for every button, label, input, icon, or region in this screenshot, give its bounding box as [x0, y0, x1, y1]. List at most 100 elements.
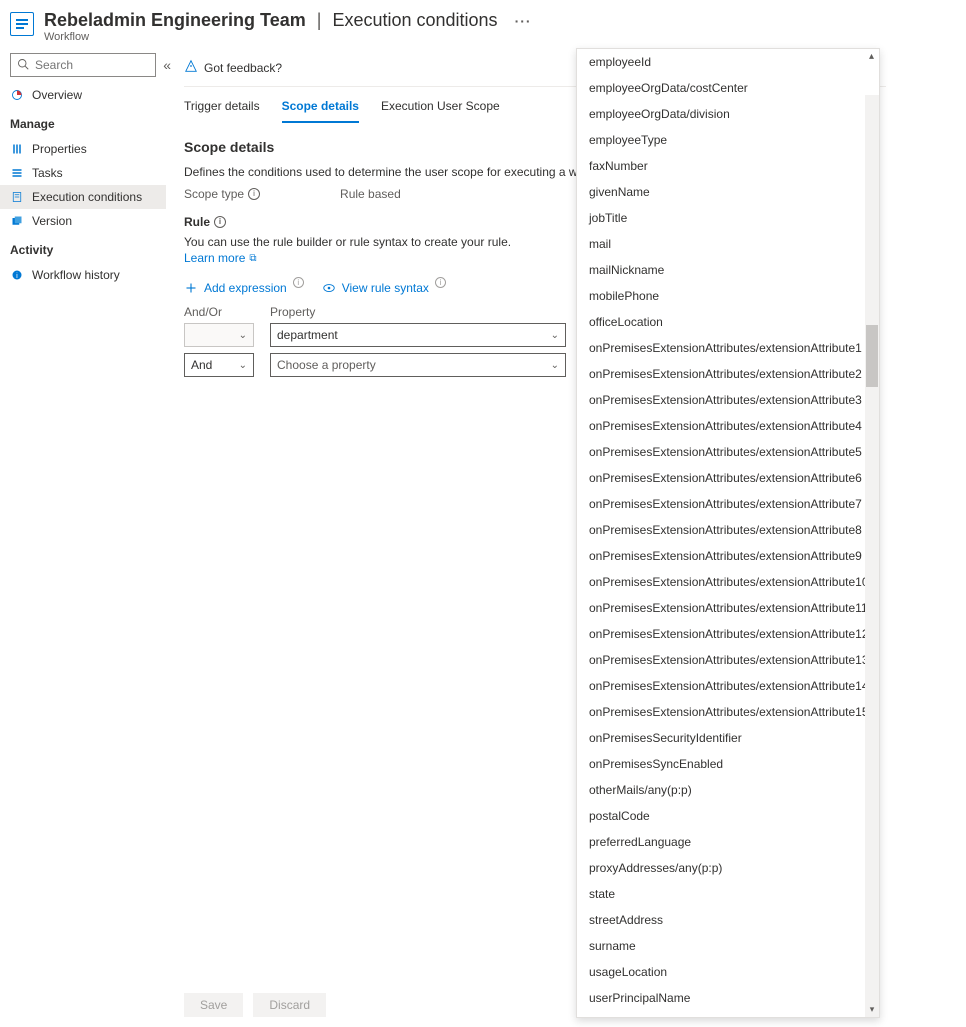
workflow-icon: [10, 12, 34, 36]
nav-workflow-history[interactable]: i Workflow history: [0, 263, 166, 287]
dropdown-item[interactable]: onPremisesSecurityIdentifier: [577, 725, 879, 751]
page-header: Rebeladmin Engineering Team | Execution …: [0, 0, 966, 49]
nav-tasks[interactable]: Tasks: [0, 161, 166, 185]
dropdown-item[interactable]: onPremisesExtensionAttributes/extensionA…: [577, 361, 879, 387]
dropdown-item[interactable]: onPremisesExtensionAttributes/extensionA…: [577, 647, 879, 673]
breadcrumb-separator: |: [311, 10, 328, 30]
info-icon[interactable]: i: [293, 277, 304, 288]
dropdown-item[interactable]: officeLocation: [577, 309, 879, 335]
tab-execution-user-scope[interactable]: Execution User Scope: [381, 89, 500, 123]
dropdown-item[interactable]: mail: [577, 231, 879, 257]
more-actions-button[interactable]: ···: [515, 13, 532, 29]
info-icon[interactable]: i: [214, 216, 226, 228]
dropdown-item[interactable]: streetAddress: [577, 907, 879, 933]
dropdown-item[interactable]: onPremisesExtensionAttributes/extensionA…: [577, 465, 879, 491]
dropdown-item[interactable]: employeeOrgData/division: [577, 101, 879, 127]
scroll-down-icon[interactable]: ▾: [865, 1004, 879, 1015]
page-subtitle: Workflow: [44, 31, 532, 43]
dropdown-item[interactable]: faxNumber: [577, 153, 879, 179]
dropdown-item[interactable]: mobilePhone: [577, 283, 879, 309]
dropdown-item[interactable]: userPrincipalName: [577, 985, 879, 1011]
rule-label: Rule: [184, 215, 210, 229]
dropdown-item[interactable]: mailNickname: [577, 257, 879, 283]
dropdown-item[interactable]: onPremisesSyncEnabled: [577, 751, 879, 777]
nav-label: Version: [32, 214, 72, 228]
nav-execution-conditions[interactable]: Execution conditions: [0, 185, 166, 209]
property-select[interactable]: Choose a property ⌄: [270, 353, 566, 377]
andor-select[interactable]: ⌄: [184, 323, 254, 347]
tab-trigger-details[interactable]: Trigger details: [184, 89, 260, 123]
info-icon[interactable]: i: [248, 188, 260, 200]
learn-more-label: Learn more: [184, 251, 245, 265]
nav-section-manage: Manage: [0, 107, 166, 137]
dropdown-item[interactable]: preferredLanguage: [577, 829, 879, 855]
scope-type-label: Scope type: [184, 187, 244, 201]
scope-type-value: Rule based: [340, 187, 401, 201]
info-icon[interactable]: i: [435, 277, 446, 288]
search-box[interactable]: «: [10, 53, 156, 77]
eye-icon: [322, 281, 336, 295]
dropdown-item[interactable]: onPremisesExtensionAttributes/extensionA…: [577, 673, 879, 699]
dropdown-item[interactable]: userType: [577, 1011, 879, 1017]
dropdown-item[interactable]: otherMails/any(p:p): [577, 777, 879, 803]
view-syntax-label: View rule syntax: [342, 281, 429, 295]
add-expression-button[interactable]: Add expression i: [184, 281, 304, 295]
dropdown-item[interactable]: onPremisesExtensionAttributes/extensionA…: [577, 491, 879, 517]
dropdown-item[interactable]: onPremisesExtensionAttributes/extensionA…: [577, 439, 879, 465]
discard-button[interactable]: Discard: [253, 993, 326, 1017]
properties-icon: [10, 143, 24, 155]
search-icon: [17, 58, 29, 73]
dropdown-item[interactable]: onPremisesExtensionAttributes/extensionA…: [577, 569, 879, 595]
dropdown-item[interactable]: employeeOrgData/costCenter: [577, 75, 879, 101]
view-rule-syntax-button[interactable]: View rule syntax i: [322, 281, 446, 295]
add-expression-label: Add expression: [204, 281, 287, 295]
dropdown-scrollbar[interactable]: ▾: [865, 95, 879, 1017]
nav-properties[interactable]: Properties: [0, 137, 166, 161]
sidebar: « Overview Manage Properties Tasks Ex: [0, 49, 166, 1027]
breadcrumb-current: Execution conditions: [332, 10, 497, 30]
nav-label: Execution conditions: [32, 190, 142, 204]
dropdown-item[interactable]: onPremisesExtensionAttributes/extensionA…: [577, 699, 879, 725]
dropdown-item[interactable]: employeeId: [577, 49, 879, 75]
save-button[interactable]: Save: [184, 993, 243, 1017]
dropdown-item[interactable]: onPremisesExtensionAttributes/extensionA…: [577, 543, 879, 569]
dropdown-item[interactable]: onPremisesExtensionAttributes/extensionA…: [577, 621, 879, 647]
info-icon: i: [10, 269, 24, 281]
breadcrumb-root: Rebeladmin Engineering Team: [44, 10, 306, 30]
dropdown-item[interactable]: onPremisesExtensionAttributes/extensionA…: [577, 335, 879, 361]
dropdown-item[interactable]: jobTitle: [577, 205, 879, 231]
dropdown-item[interactable]: employeeType: [577, 127, 879, 153]
footer-actions: Save Discard: [184, 993, 326, 1017]
external-link-icon: ⧉: [249, 253, 256, 264]
tab-scope-details[interactable]: Scope details: [282, 89, 359, 123]
feedback-icon: [184, 59, 198, 76]
dropdown-item[interactable]: surname: [577, 933, 879, 959]
dropdown-item[interactable]: state: [577, 881, 879, 907]
dropdown-item[interactable]: onPremisesExtensionAttributes/extensionA…: [577, 413, 879, 439]
scroll-up-icon[interactable]: ▴: [869, 51, 874, 62]
property-value: department: [277, 328, 338, 342]
andor-select[interactable]: And ⌄: [184, 353, 254, 377]
nav-label: Workflow history: [32, 268, 120, 282]
version-icon: [10, 215, 24, 227]
nav-label: Properties: [32, 142, 87, 156]
dropdown-item[interactable]: usageLocation: [577, 959, 879, 985]
nav-label: Tasks: [32, 166, 63, 180]
nav-label: Overview: [32, 88, 82, 102]
execution-conditions-icon: [10, 191, 24, 203]
nav-version[interactable]: Version: [0, 209, 166, 233]
learn-more-link[interactable]: Learn more ⧉: [184, 251, 257, 265]
dropdown-item[interactable]: postalCode: [577, 803, 879, 829]
dropdown-item[interactable]: onPremisesExtensionAttributes/extensionA…: [577, 387, 879, 413]
dropdown-item[interactable]: onPremisesExtensionAttributes/extensionA…: [577, 595, 879, 621]
nav-section-activity: Activity: [0, 233, 166, 263]
andor-value: And: [191, 358, 212, 372]
scrollbar-thumb[interactable]: [866, 325, 878, 387]
dropdown-item[interactable]: onPremisesExtensionAttributes/extensionA…: [577, 517, 879, 543]
feedback-label: Got feedback?: [204, 61, 282, 75]
nav-overview[interactable]: Overview: [0, 83, 166, 107]
property-header: Property: [270, 305, 566, 319]
dropdown-item[interactable]: proxyAddresses/any(p:p): [577, 855, 879, 881]
dropdown-item[interactable]: givenName: [577, 179, 879, 205]
property-select[interactable]: department ⌄: [270, 323, 566, 347]
